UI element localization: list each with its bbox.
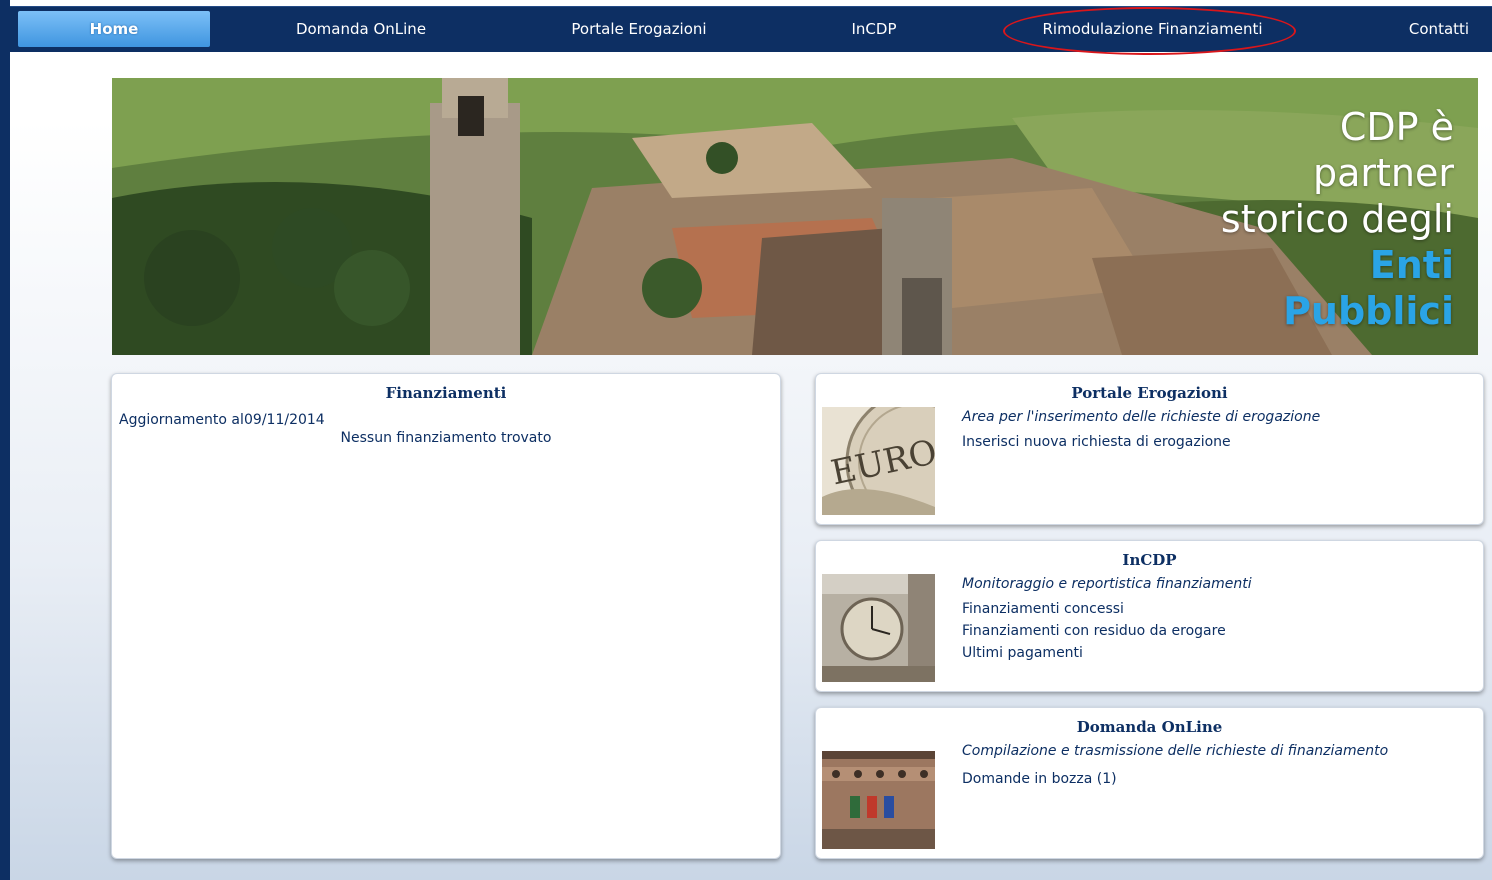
link-inserisci-richiesta[interactable]: Inserisci nuova richiesta di erogazione bbox=[962, 434, 1231, 450]
banner-line-2: partner bbox=[1312, 151, 1454, 195]
erogazioni-subtitle: Area per l'inserimento delle richieste d… bbox=[962, 409, 1321, 425]
nav-home[interactable]: Home bbox=[18, 11, 210, 47]
banner-line-4: Enti bbox=[1369, 243, 1454, 287]
update-label: Aggiornamento al bbox=[119, 412, 244, 428]
hero-banner: CDP è partner storico degli Enti Pubblic… bbox=[112, 78, 1478, 355]
nav-rimodulazione-finanziamenti[interactable]: Rimodulazione Finanziamenti bbox=[1000, 7, 1305, 52]
banner-tagline: CDP è partner storico degli Enti Pubblic… bbox=[1221, 104, 1454, 334]
domanda-subtitle: Compilazione e trasmissione delle richie… bbox=[962, 743, 1389, 759]
update-date: 09/11/2014 bbox=[244, 412, 325, 428]
link-residuo-da-erogare[interactable]: Finanziamenti con residuo da erogare bbox=[962, 623, 1226, 639]
link-ultimi-pagamenti[interactable]: Ultimi pagamenti bbox=[962, 645, 1083, 661]
banner-line-5: Pubblici bbox=[1283, 289, 1454, 333]
incdp-title: InCDP bbox=[1122, 551, 1177, 569]
link-finanziamenti-concessi[interactable]: Finanziamenti concessi bbox=[962, 601, 1124, 617]
incdp-subtitle: Monitoraggio e reportistica finanziament… bbox=[962, 576, 1252, 592]
banner-line-3: storico degli bbox=[1220, 197, 1454, 241]
domanda-title: Domanda OnLine bbox=[1076, 718, 1223, 736]
euro-coin-image: EURO bbox=[822, 407, 935, 515]
link-domande-in-bozza[interactable]: Domande in bozza (1) bbox=[962, 771, 1117, 787]
clock-tower-image bbox=[822, 574, 935, 682]
left-border bbox=[0, 0, 10, 880]
erogazioni-title: Portale Erogazioni bbox=[1071, 384, 1228, 402]
empty-message: Nessun finanziamento trovato bbox=[340, 430, 552, 446]
banner-line-1: CDP è bbox=[1339, 105, 1454, 149]
finanziamenti-panel: Finanziamenti Aggiornamento al 09/11/201… bbox=[111, 373, 781, 859]
nav-portale-erogazioni[interactable]: Portale Erogazioni bbox=[510, 7, 768, 52]
finanziamenti-title: Finanziamenti bbox=[385, 384, 507, 402]
nav-incdp[interactable]: InCDP bbox=[790, 7, 958, 52]
town-hall-image bbox=[822, 741, 935, 849]
erogazioni-panel: Portale Erogazioni EURO Area per l'inser… bbox=[815, 373, 1484, 525]
nav-domanda-online[interactable]: Domanda OnLine bbox=[232, 7, 490, 52]
incdp-panel: InCDP Monitoraggio e reportistica finanz… bbox=[815, 540, 1484, 692]
nav-contatti[interactable]: Contatti bbox=[1390, 7, 1488, 52]
main-nav: Home Domanda OnLine Portale Erogazioni I… bbox=[10, 6, 1492, 55]
domanda-panel: Domanda OnLine Compilazione e trasmissio… bbox=[815, 707, 1484, 859]
